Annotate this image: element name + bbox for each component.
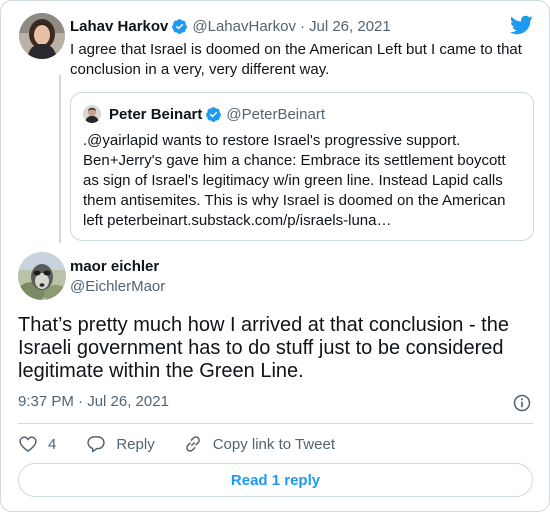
copy-link-label: Copy link to Tweet (212, 435, 335, 453)
reply-bubble-icon (87, 436, 106, 453)
tweet-embed-card: Lahav Harkov @LahavHarkov · Jul 26, 2021… (0, 0, 550, 512)
thread-connector-line (59, 75, 61, 243)
parent-tweet-header: Lahav Harkov @LahavHarkov · Jul 26, 2021 (70, 16, 391, 36)
author-handle[interactable]: @LahavHarkov (192, 18, 296, 35)
like-count: 4 (48, 435, 57, 453)
heart-icon (19, 436, 37, 452)
author-handle[interactable]: @EichlerMaor (70, 278, 165, 295)
author-name[interactable]: Lahav Harkov (70, 18, 168, 35)
reply-label: Reply (116, 435, 155, 453)
quoted-author-handle: @PeterBeinart (226, 105, 325, 123)
quoted-author-name: Peter Beinart (109, 105, 203, 123)
avatar-lahav[interactable] (19, 13, 65, 59)
quoted-tweet-text: .@yairlapid wants to restore Israel's pr… (83, 132, 506, 229)
main-tweet-text: That’s pretty much how I arrived at that… (18, 314, 509, 382)
twitter-bird-icon[interactable] (509, 13, 533, 37)
avatar-peter (83, 105, 101, 123)
like-button[interactable]: 4 (18, 434, 56, 454)
read-replies-button[interactable]: Read 1 reply (18, 463, 533, 497)
tweet-actions: 4 Reply Copy link to Tweet (18, 433, 335, 455)
tweet-date[interactable]: Jul 26, 2021 (309, 18, 391, 35)
info-icon[interactable] (512, 393, 532, 413)
link-icon (185, 436, 200, 452)
reply-button[interactable]: Reply (86, 434, 155, 454)
parent-tweet-text: I agree that Israel is doomed on the Ame… (70, 41, 522, 78)
quoted-tweet-header: Peter Beinart @PeterBeinart (83, 104, 325, 124)
tweet-timestamp[interactable]: 9:37 PM · Jul 26, 2021 (18, 393, 169, 410)
quoted-tweet[interactable]: Peter Beinart @PeterBeinart .@yairlapid … (70, 92, 534, 241)
verified-badge-icon (172, 18, 188, 34)
avatar-maor[interactable] (18, 252, 66, 300)
separator-dot: · (300, 17, 305, 35)
author-name[interactable]: maor eichler (70, 258, 159, 275)
copy-link-button[interactable]: Copy link to Tweet (183, 434, 335, 454)
divider (18, 423, 533, 424)
verified-badge-icon (206, 106, 222, 122)
